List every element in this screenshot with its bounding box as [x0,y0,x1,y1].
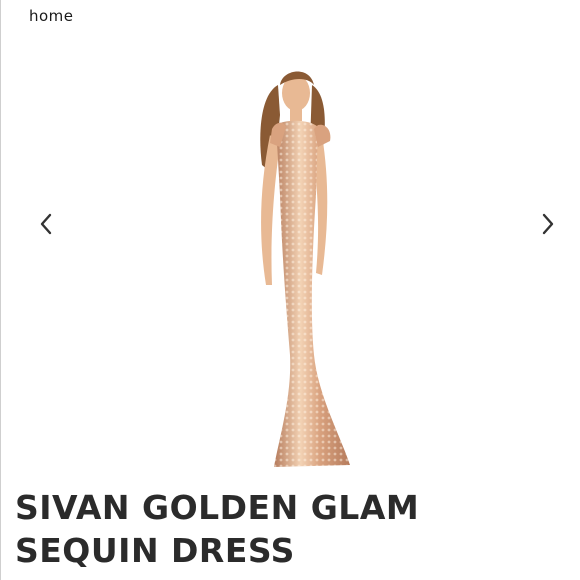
previous-image-button[interactable] [32,210,60,238]
chevron-right-icon [542,213,554,235]
product-image-carousel[interactable] [0,40,580,480]
product-title-line-2: SEQUIN DRESS [15,531,295,570]
next-image-button[interactable] [534,210,562,238]
chevron-left-icon [40,213,52,235]
home-link[interactable]: home [29,7,74,25]
product-title: SIVAN GOLDEN GLAM SEQUIN DRESS [15,486,555,572]
product-photo [260,71,350,468]
product-title-line-1: SIVAN GOLDEN GLAM [15,488,420,527]
